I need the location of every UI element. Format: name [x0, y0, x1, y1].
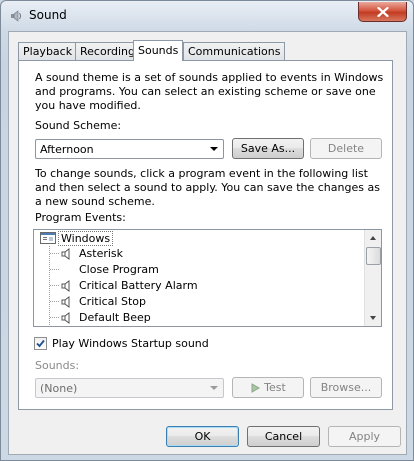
sound-scheme-value: Afternoon — [40, 143, 94, 156]
close-button[interactable] — [358, 2, 407, 22]
delete-button[interactable]: Delete — [310, 138, 382, 159]
speaker-app-icon — [11, 10, 21, 22]
sound-scheme-select[interactable]: Afternoon — [35, 139, 224, 159]
sounds-select[interactable]: (None) — [35, 378, 224, 398]
save-as-button[interactable]: Save As... — [232, 138, 304, 159]
scroll-up-button[interactable] — [365, 230, 381, 246]
apply-button[interactable]: Apply — [328, 426, 401, 447]
title-bar[interactable]: Sound — [1, 1, 413, 31]
startup-sound-label[interactable]: Play Windows Startup sound — [52, 337, 209, 351]
ok-button[interactable]: OK — [166, 426, 239, 447]
list-item-label: Default Beep — [79, 311, 151, 324]
arrow-up-icon — [370, 236, 376, 240]
sound-dialog: Sound Playback Recording Sounds Communic… — [0, 0, 414, 461]
list-item-label: Critical Stop — [79, 295, 146, 308]
chevron-down-icon — [210, 147, 218, 151]
window-title: Sound — [29, 8, 67, 22]
play-icon — [251, 382, 261, 393]
speaker-icon — [61, 248, 70, 260]
test-label: Test — [264, 381, 286, 394]
program-events-label: Program Events: — [35, 211, 126, 224]
dialog-body: Playback Recording Sounds Communications… — [8, 31, 407, 455]
list-item-label: Critical Battery Alarm — [79, 279, 198, 292]
tab-playback[interactable]: Playback — [18, 42, 78, 60]
chevron-down-icon — [210, 386, 218, 390]
scroll-thumb[interactable] — [366, 247, 381, 265]
vertical-scrollbar[interactable] — [364, 230, 381, 326]
program-events-list[interactable]: Windows Asterisk Close Program Critical … — [33, 229, 382, 327]
list-item-label: Close Program — [79, 263, 159, 276]
tab-recording[interactable]: Recording — [75, 42, 141, 60]
checkmark-icon — [36, 339, 45, 348]
instructions-text: To change sounds, click a program event … — [35, 167, 380, 208]
speaker-icon — [61, 296, 70, 308]
test-button[interactable]: Test — [232, 377, 304, 398]
sound-scheme-label: Sound Scheme: — [35, 119, 122, 132]
sounds-label: Sounds: — [35, 359, 80, 372]
startup-sound-checkbox[interactable] — [34, 337, 47, 350]
arrow-down-icon — [370, 316, 376, 320]
scheme-description: A sound theme is a set of sounds applied… — [35, 71, 384, 112]
sounds-panel: A sound theme is a set of sounds applied… — [18, 60, 393, 410]
sounds-value: (None) — [40, 382, 78, 395]
speaker-icon — [61, 312, 70, 324]
tab-communications[interactable]: Communications — [183, 42, 286, 60]
scroll-down-button[interactable] — [365, 310, 381, 326]
tab-sounds[interactable]: Sounds — [133, 40, 184, 61]
close-icon — [376, 6, 389, 17]
browse-button[interactable]: Browse... — [310, 377, 382, 398]
windows-icon — [40, 232, 56, 244]
list-item-label: Windows — [58, 231, 114, 246]
list-item-label: Asterisk — [79, 247, 124, 260]
speaker-icon — [61, 280, 70, 292]
cancel-button[interactable]: Cancel — [247, 426, 320, 447]
